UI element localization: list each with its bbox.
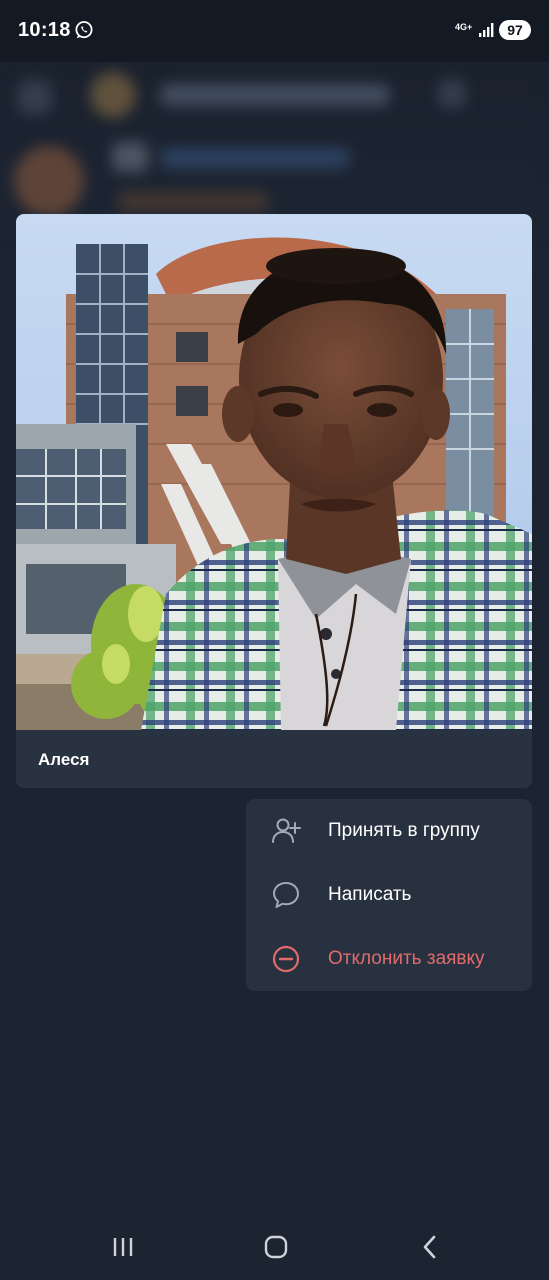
profile-name: Алеся <box>38 750 90 769</box>
decline-request-label: Отклонить заявку <box>328 948 485 969</box>
screen: 10:18 4G+ 97 Алеся Принять в группу Напи… <box>0 0 549 1280</box>
profile-card[interactable]: Алеся <box>16 214 532 788</box>
battery-badge: 97 <box>499 20 531 40</box>
add-user-icon <box>272 818 301 843</box>
recent-apps-icon[interactable] <box>108 1232 138 1262</box>
minus-circle-icon <box>272 945 300 973</box>
status-bar: 10:18 4G+ 97 <box>0 0 549 62</box>
chat-bubble-icon <box>273 882 299 908</box>
context-menu: Принять в группу Написать Отклонить заяв… <box>246 799 532 991</box>
accept-to-group-menu-item[interactable]: Принять в группу <box>246 799 532 863</box>
write-message-label: Написать <box>328 884 412 905</box>
back-icon[interactable] <box>415 1232 445 1262</box>
home-icon[interactable] <box>261 1232 291 1262</box>
accept-to-group-label: Принять в группу <box>328 820 480 841</box>
signal-icon <box>479 23 494 37</box>
network-type: 4G+ <box>455 22 473 32</box>
profile-photo[interactable] <box>16 214 532 730</box>
decline-request-menu-item[interactable]: Отклонить заявку <box>246 927 532 991</box>
write-message-menu-item[interactable]: Написать <box>246 863 532 927</box>
status-time: 10:18 <box>18 19 71 41</box>
navigation-bar <box>0 1212 549 1280</box>
whatsapp-icon <box>75 21 93 39</box>
blurred-chat-background <box>0 62 549 232</box>
